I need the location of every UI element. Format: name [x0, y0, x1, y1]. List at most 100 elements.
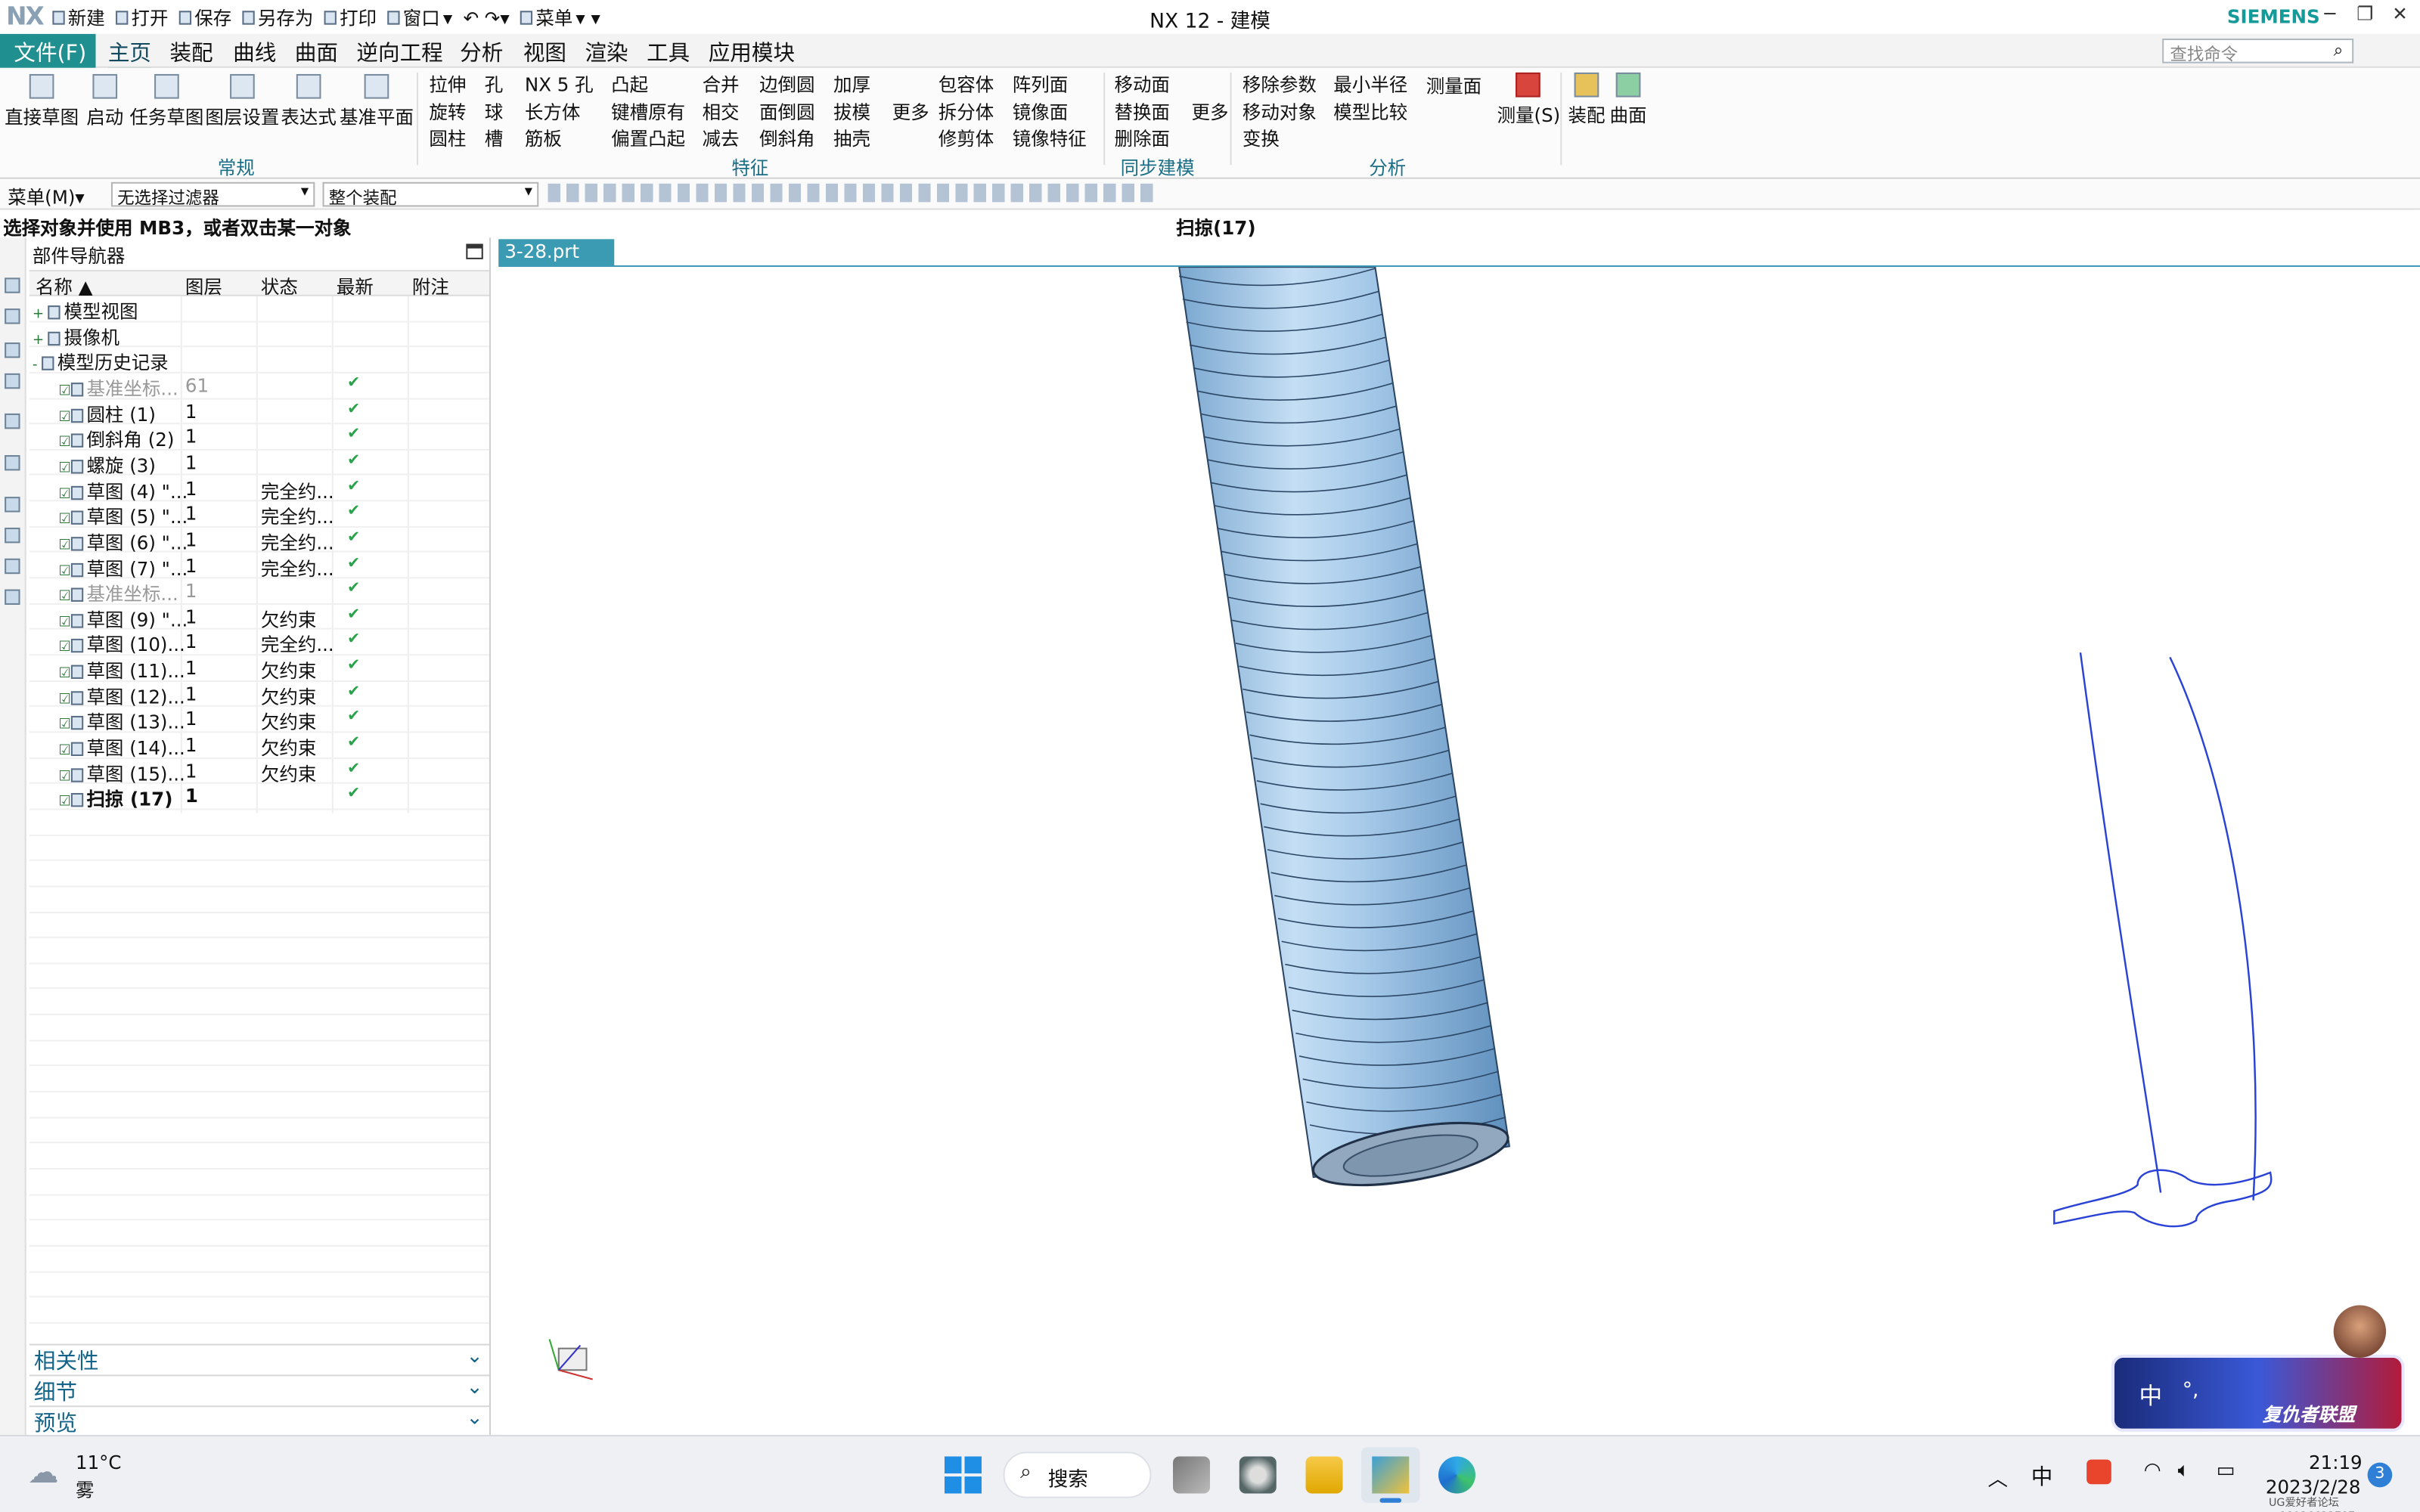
preview-panel[interactable]: 预览 ⌄: [29, 1405, 489, 1436]
navigator-row[interactable]: ☑ 倒斜角 (2) 1 ✔: [29, 425, 489, 451]
nx5-hole-button[interactable]: NX 5 孔: [525, 73, 594, 100]
file-menu[interactable]: 文件(F): [0, 33, 96, 68]
guide-curve-right[interactable]: [2169, 656, 2257, 1201]
wrap-geometry-button[interactable]: 包容体: [939, 73, 994, 100]
model-compare-button[interactable]: 模型比较: [1333, 100, 1407, 127]
new-button[interactable]: 新建: [52, 5, 105, 31]
unite-button[interactable]: 合并: [703, 73, 740, 100]
palette-icon[interactable]: [5, 589, 20, 605]
direct-sketch-button[interactable]: 直接草图: [5, 73, 79, 129]
cloud-icon[interactable]: ☁: [28, 1453, 59, 1490]
tab-home[interactable]: 主页: [107, 37, 151, 71]
rib-button[interactable]: 筋板: [525, 126, 594, 153]
navigator-row[interactable]: ☑ 草图 (15)... 1 欠约束 ✔: [29, 758, 489, 785]
delete-face-button[interactable]: 删除面: [1114, 126, 1170, 153]
window-menu[interactable]: 窗口 ▾: [387, 5, 452, 31]
part-navigator-icon[interactable]: [5, 277, 20, 293]
assembly-navigator-icon[interactable]: [5, 308, 20, 324]
task-view-icon[interactable]: [1173, 1456, 1210, 1494]
tree-toggle-icon[interactable]: -: [33, 358, 42, 373]
expression-button[interactable]: 表达式: [281, 73, 337, 129]
checkbox-icon[interactable]: ☑: [59, 667, 71, 682]
sync-more-button[interactable]: 更多: [1191, 99, 1228, 125]
undo-button[interactable]: ↶ ↷▾: [463, 5, 509, 31]
navigator-row[interactable]: ☑ 草图 (6) "... 1 完全约... ✔: [29, 528, 489, 553]
tray-chevron-up-icon[interactable]: ︿: [1988, 1463, 2009, 1492]
checkbox-icon[interactable]: ☑: [59, 615, 71, 631]
navigator-row[interactable]: ☑ 草图 (5) "... 1 完全约... ✔: [29, 502, 489, 528]
wcs-triad-icon[interactable]: [548, 1339, 593, 1380]
ime-indicator[interactable]: 中: [2031, 1461, 2053, 1492]
navigator-row[interactable]: ☑ 草图 (10)... 1 完全约... ✔: [29, 631, 489, 656]
surface-button[interactable]: 曲面: [1610, 72, 1647, 128]
navigator-row[interactable]: ☑ 扫掠 (17) 1 ✔: [29, 784, 489, 810]
navigator-row[interactable]: ☑ 草图 (13)... 1 欠约束 ✔: [29, 707, 489, 733]
model-view[interactable]: [498, 266, 2420, 1435]
offset-emboss-button[interactable]: 偏置凸起: [611, 126, 685, 153]
volume-icon[interactable]: 🔈︎: [2178, 1460, 2190, 1483]
ime-language[interactable]: 中: [2139, 1379, 2163, 1411]
graphics-window[interactable]: [498, 266, 2420, 1435]
navigator-row[interactable]: ☑ 草图 (9) "... 1 欠约束 ✔: [29, 605, 489, 631]
history-icon[interactable]: [5, 455, 20, 471]
tree-toggle-icon[interactable]: +: [33, 307, 48, 322]
remove-parameters-button[interactable]: 移除参数: [1243, 73, 1317, 100]
tab-analysis[interactable]: 分析: [460, 37, 503, 68]
close-button[interactable]: ✕: [2392, 3, 2408, 25]
settings-gear-icon[interactable]: [1239, 1456, 1277, 1494]
threaded-rod-model[interactable]: [1177, 266, 1512, 1197]
navigator-row[interactable]: ☑ 草图 (4) "... 1 完全约... ✔: [29, 476, 489, 502]
tab-assembly[interactable]: 装配: [169, 37, 213, 68]
revolve-button[interactable]: 旋转: [429, 100, 466, 127]
pattern-face-button[interactable]: 阵列面: [1013, 73, 1087, 100]
face-blend-button[interactable]: 面倒圆: [759, 100, 815, 127]
taskbar-search[interactable]: ⌕ 搜索: [1003, 1452, 1152, 1498]
feature-more-button[interactable]: 更多: [892, 99, 929, 125]
maximize-icon[interactable]: [466, 243, 483, 259]
sphere-button[interactable]: 球: [485, 100, 504, 127]
intersect-button[interactable]: 相交: [703, 100, 740, 127]
constraint-navigator-icon[interactable]: [5, 342, 20, 358]
guide-curve-left[interactable]: [2079, 652, 2162, 1193]
move-object-button[interactable]: 移动对象: [1243, 100, 1317, 127]
selection-scope-select[interactable]: 整个装配: [322, 181, 539, 207]
trim-body-button[interactable]: 修剪体: [939, 126, 994, 153]
snap-icons-strip[interactable]: [548, 183, 1158, 203]
column-state[interactable]: 状态: [261, 273, 298, 299]
column-notes[interactable]: 附注: [412, 273, 449, 299]
tab-view[interactable]: 视图: [523, 37, 566, 68]
checkbox-icon[interactable]: ☑: [59, 410, 71, 425]
restore-button[interactable]: ❐: [2356, 3, 2373, 25]
checkbox-icon[interactable]: ☑: [59, 564, 71, 579]
subtract-button[interactable]: 减去: [703, 126, 740, 153]
groove-button[interactable]: 槽: [485, 126, 504, 153]
checkbox-icon[interactable]: ☑: [59, 718, 71, 733]
checkbox-icon[interactable]: ☑: [59, 795, 71, 810]
chamfer-button[interactable]: 倒斜角: [759, 126, 815, 153]
emboss-button[interactable]: 凸起: [611, 73, 685, 100]
checkbox-icon[interactable]: ☑: [59, 384, 71, 399]
extrude-button[interactable]: 拉伸: [429, 73, 466, 100]
block-button[interactable]: 长方体: [525, 100, 594, 127]
clock-time[interactable]: 21:19: [2309, 1452, 2363, 1473]
assembly-button[interactable]: 装配: [1568, 72, 1605, 128]
start-button[interactable]: 启动: [86, 73, 123, 129]
reuse-library-icon[interactable]: [5, 373, 20, 389]
navigator-row[interactable]: ☑ 草图 (7) "... 1 完全约... ✔: [29, 553, 489, 579]
checkbox-icon[interactable]: ☑: [59, 513, 71, 528]
split-body-button[interactable]: 拆分体: [939, 100, 994, 127]
draft-button[interactable]: 拔模: [833, 100, 870, 127]
replace-face-button[interactable]: 替换面: [1114, 100, 1170, 127]
measure-face-button[interactable]: 测量面: [1426, 73, 1482, 99]
hole-button[interactable]: 孔: [485, 73, 504, 100]
navigator-row[interactable]: ☑ 基准坐标... 61 ✔: [29, 373, 489, 399]
transform-button[interactable]: 变换: [1243, 126, 1317, 153]
nx-taskbar-button[interactable]: [1360, 1447, 1420, 1503]
ime-toolbar[interactable]: 中 °, 复仇者联盟: [2111, 1354, 2405, 1432]
navigator-row[interactable]: + 模型视图: [29, 296, 489, 323]
navigator-row[interactable]: ☑ 草图 (14)... 1 欠约束 ✔: [29, 733, 489, 759]
open-button[interactable]: 打开: [116, 5, 169, 31]
profile-section[interactable]: [2053, 1169, 2273, 1228]
checkbox-icon[interactable]: ☑: [59, 770, 71, 785]
cylinder-button[interactable]: 圆柱: [429, 126, 466, 153]
